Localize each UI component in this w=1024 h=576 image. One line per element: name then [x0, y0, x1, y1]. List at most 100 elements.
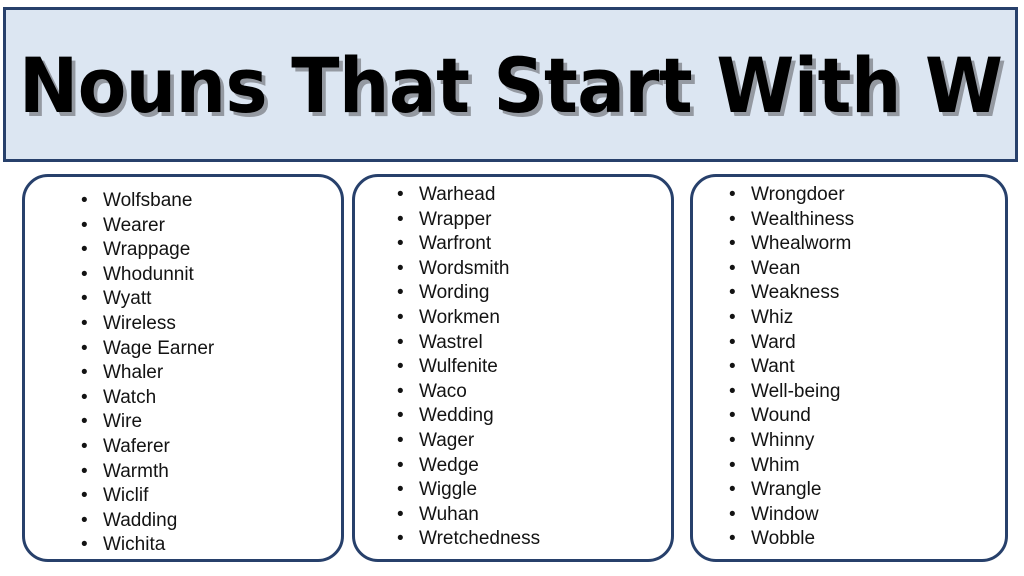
- word-label: Waferer: [103, 435, 170, 457]
- list-item: • Wrongdoer: [693, 183, 1005, 208]
- word-label: Warmth: [103, 460, 169, 482]
- bullet-icon: •: [729, 208, 736, 230]
- bullet-icon: •: [81, 288, 88, 310]
- bullet-icon: •: [729, 306, 736, 328]
- bullet-icon: •: [81, 509, 88, 531]
- word-label: Watch: [103, 386, 157, 408]
- list-item: • Warhead: [355, 183, 671, 208]
- word-label: Wyatt: [103, 288, 152, 310]
- word-label: Wretchedness: [419, 528, 541, 550]
- word-column-2: • Warhead • Wrapper • Warfront • Wordsmith • Word…: [352, 174, 674, 562]
- word-label: Well-being: [751, 380, 841, 402]
- list-item: • Whim: [693, 454, 1005, 479]
- bullet-icon: •: [81, 534, 88, 556]
- list-item: • Wager: [355, 429, 671, 454]
- bullet-icon: •: [81, 460, 88, 482]
- word-label: Wolfsbane: [103, 190, 193, 211]
- word-label: Workmen: [419, 306, 500, 328]
- list-item: • Wrangle: [693, 478, 1005, 503]
- list-item: • Wolfsbane: [25, 189, 341, 214]
- list-item: • Wrappage: [25, 238, 341, 263]
- word-label: Wearer: [103, 214, 165, 236]
- bullet-icon: •: [397, 356, 404, 378]
- list-item: • Wiggle: [355, 478, 671, 503]
- word-label: Wobble: [751, 528, 816, 550]
- page-title: Nouns That Start With W: [18, 40, 1003, 130]
- list-item: • Wuhan: [355, 503, 671, 528]
- poster-page: Nouns That Start With W • Wolfsbane • Weare…: [0, 0, 1024, 576]
- bullet-icon: •: [81, 239, 88, 261]
- bullet-icon: •: [729, 331, 736, 353]
- word-label: Whinny: [751, 429, 815, 451]
- list-item: • Want: [693, 355, 1005, 380]
- bullet-icon: •: [729, 380, 736, 402]
- list-item: • Waferer: [25, 435, 341, 460]
- word-label: Whim: [751, 454, 800, 476]
- bullet-icon: •: [81, 411, 88, 433]
- bullet-icon: •: [729, 405, 736, 427]
- word-label: Waco: [419, 380, 467, 402]
- list-item: • Wireless: [25, 312, 341, 337]
- bullet-icon: •: [397, 454, 404, 476]
- word-column-3: • Wrongdoer • Wealthiness • Whealworm • Wean • We…: [690, 174, 1008, 562]
- bullet-icon: •: [397, 405, 404, 427]
- word-label: Wiclif: [103, 485, 149, 507]
- bullet-icon: •: [397, 429, 404, 451]
- bullet-icon: •: [729, 479, 736, 501]
- bullet-icon: •: [729, 429, 736, 451]
- word-label: Whodunnit: [103, 263, 194, 285]
- bullet-icon: •: [729, 503, 736, 525]
- bullet-icon: •: [397, 257, 404, 279]
- list-item: • Workmen: [355, 306, 671, 331]
- list-item: • Wichita: [25, 533, 341, 558]
- word-label: Warfront: [419, 233, 492, 255]
- word-label: Warhead: [419, 184, 496, 205]
- bullet-icon: •: [729, 233, 736, 255]
- word-label: Weakness: [751, 282, 840, 304]
- word-label: Wedding: [419, 405, 494, 427]
- bullet-icon: •: [397, 331, 404, 353]
- list-item: • Wearer: [25, 214, 341, 239]
- bullet-icon: •: [397, 380, 404, 402]
- bullet-icon: •: [397, 306, 404, 328]
- list-item: • Well-being: [693, 380, 1005, 405]
- list-item: • Wrapper: [355, 208, 671, 233]
- word-label: Wire: [103, 411, 143, 433]
- list-item: • Whealworm: [693, 232, 1005, 257]
- list-item: • Wyatt: [25, 287, 341, 312]
- bullet-icon: •: [81, 214, 88, 236]
- bullet-icon: •: [81, 190, 88, 211]
- word-label: Wrappage: [103, 239, 191, 261]
- word-label: Want: [751, 356, 795, 378]
- bullet-icon: •: [729, 454, 736, 476]
- word-list-3: • Wrongdoer • Wealthiness • Whealworm • Wean • We…: [693, 177, 1005, 552]
- list-item: • Whinny: [693, 429, 1005, 454]
- bullet-icon: •: [81, 485, 88, 507]
- word-label: Wulfenite: [419, 356, 498, 378]
- word-label: Wrapper: [419, 208, 492, 230]
- bullet-icon: •: [729, 356, 736, 378]
- word-label: Wound: [751, 405, 811, 427]
- bullet-icon: •: [397, 208, 404, 230]
- list-item: • Wording: [355, 281, 671, 306]
- list-item: • Whodunnit: [25, 263, 341, 288]
- bullet-icon: •: [81, 435, 88, 457]
- list-item: • Wretchedness: [355, 527, 671, 552]
- list-item: • Wean: [693, 257, 1005, 282]
- word-list-1: • Wolfsbane • Wearer • Wrappage • Whodunnit • Wya…: [25, 177, 341, 558]
- word-label: Wiggle: [419, 479, 478, 501]
- bullet-icon: •: [81, 337, 88, 359]
- list-item: • Wadding: [25, 509, 341, 534]
- bullet-icon: •: [81, 386, 88, 408]
- list-item: • Wedge: [355, 454, 671, 479]
- list-item: • Wiclif: [25, 484, 341, 509]
- list-item: • Wage Earner: [25, 337, 341, 362]
- word-label: Wage Earner: [103, 337, 215, 359]
- list-item: • Wealthiness: [693, 208, 1005, 233]
- word-label: Wording: [419, 282, 490, 304]
- word-columns: • Wolfsbane • Wearer • Wrappage • Whodunnit • Wya…: [0, 174, 1024, 566]
- bullet-icon: •: [729, 257, 736, 279]
- bullet-icon: •: [397, 503, 404, 525]
- list-item: • Wastrel: [355, 331, 671, 356]
- list-item: • Weakness: [693, 281, 1005, 306]
